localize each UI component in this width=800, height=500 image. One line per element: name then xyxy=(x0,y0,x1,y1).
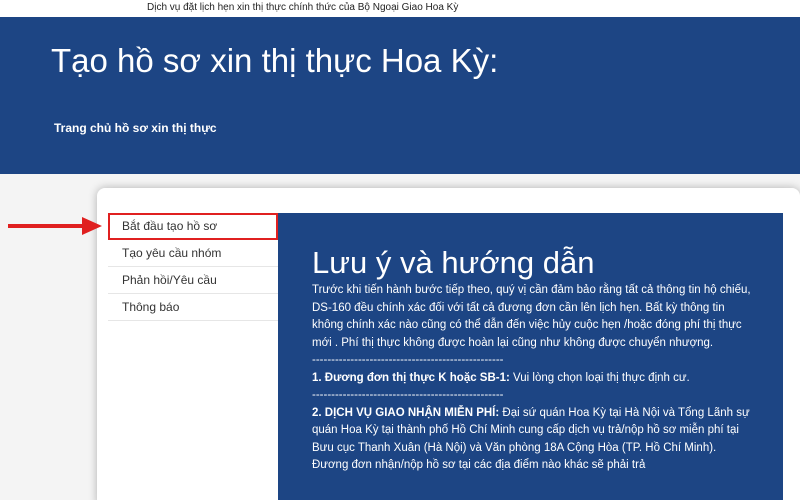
page-header: Tạo hồ sơ xin thị thực Hoa Kỳ: Trang chủ… xyxy=(0,17,800,174)
sidebar-item-start-profile[interactable]: Bắt đầu tạo hồ sơ xyxy=(108,213,278,240)
instruction-item-1-heading: 1. Đương đơn thị thực K hoặc SB-1: xyxy=(312,371,510,384)
content-title: Lưu ý và hướng dẫn xyxy=(312,245,595,280)
sidebar-item-feedback[interactable]: Phản hồi/Yêu cầu xyxy=(108,267,278,294)
top-bar: Dịch vụ đặt lịch hẹn xin thị thực chính … xyxy=(0,0,800,17)
sidebar-menu: Bắt đầu tạo hồ sơ Tạo yêu cầu nhóm Phản … xyxy=(108,213,278,321)
instruction-item-2: 2. DỊCH VỤ GIAO NHẬN MIỄN PHÍ: Đại sứ qu… xyxy=(312,405,752,475)
content-panel: Lưu ý và hướng dẫn Trước khi tiến hành b… xyxy=(278,213,783,500)
instruction-item-2-heading: 2. DỊCH VỤ GIAO NHẬN MIỄN PHÍ: xyxy=(312,406,500,419)
page-title: Tạo hồ sơ xin thị thực Hoa Kỳ: xyxy=(51,42,499,79)
intro-paragraph: Trước khi tiến hành bước tiếp theo, quý … xyxy=(312,284,751,349)
sidebar-item-notifications[interactable]: Thông báo xyxy=(108,294,278,321)
red-arrow-icon xyxy=(8,217,102,235)
separator-line: ----------------------------------------… xyxy=(312,354,504,366)
breadcrumb[interactable]: Trang chủ hồ sơ xin thị thực xyxy=(54,121,217,135)
instruction-item-1: 1. Đương đơn thị thực K hoặc SB-1: Vui l… xyxy=(312,370,752,388)
sidebar-item-group-request[interactable]: Tạo yêu cầu nhóm xyxy=(108,240,278,267)
content-body: Trước khi tiến hành bước tiếp theo, quý … xyxy=(312,282,752,475)
separator-line: ----------------------------------------… xyxy=(312,389,504,401)
instruction-item-1-text: Vui lòng chọn loại thị thực định cư. xyxy=(509,371,690,384)
top-bar-text: Dịch vụ đặt lịch hẹn xin thị thực chính … xyxy=(147,2,459,13)
